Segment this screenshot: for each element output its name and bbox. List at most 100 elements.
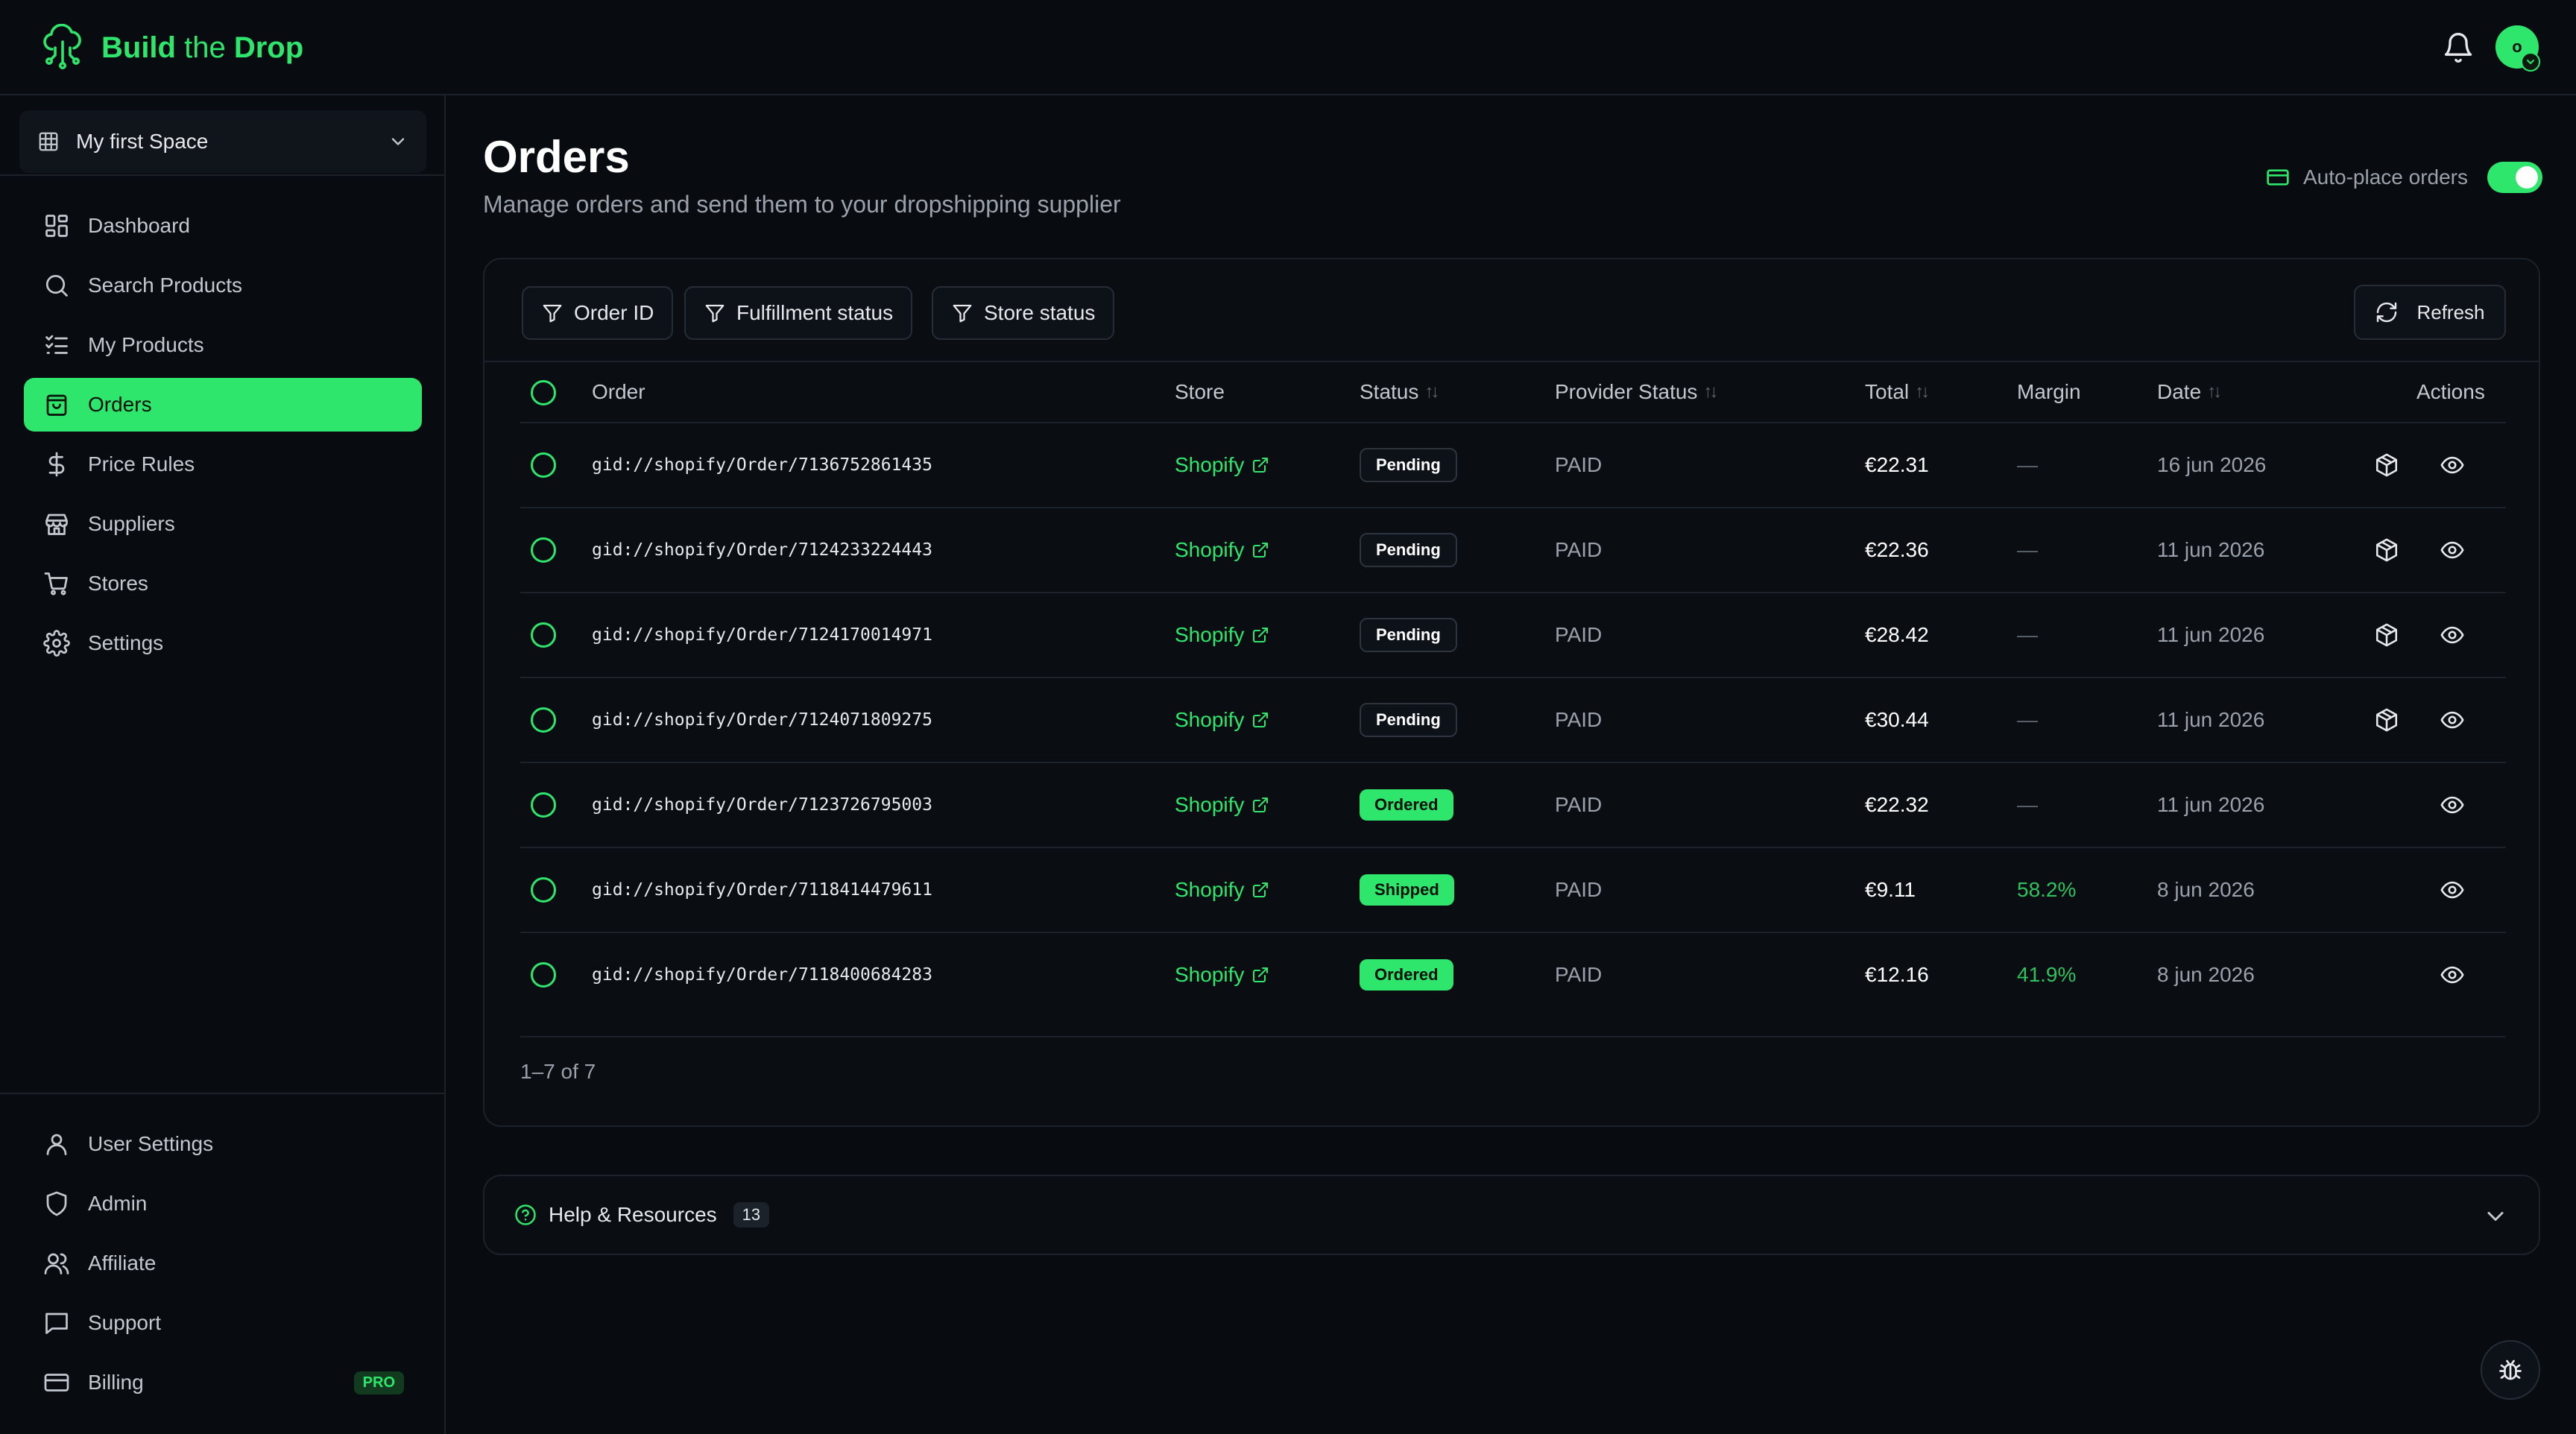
sidebar-item-orders[interactable]: Orders xyxy=(24,378,422,432)
column-header-status[interactable]: Status ↑↓ xyxy=(1360,379,1439,405)
order-margin: — xyxy=(2017,453,2038,476)
order-total: €22.36 xyxy=(1865,538,1929,561)
sidebar-item-affiliate[interactable]: Affiliate xyxy=(24,1236,422,1290)
status-cell: Pending xyxy=(1360,593,1457,677)
status-cell: Ordered xyxy=(1360,763,1453,847)
store-link[interactable]: Shopify xyxy=(1175,508,1269,592)
chat-icon xyxy=(42,1308,72,1338)
sidebar-item-label: Billing xyxy=(88,1371,144,1394)
table-row[interactable]: gid://shopify/Order/7136752861435 Shopif… xyxy=(520,423,2506,508)
order-id[interactable]: gid://shopify/Order/7124071809275 xyxy=(592,678,932,762)
sidebar-item-price-rules[interactable]: Price Rules xyxy=(24,438,422,491)
auto-place-toggle[interactable] xyxy=(2487,162,2543,193)
column-header-provider-status[interactable]: Provider Status ↑↓ xyxy=(1555,379,1718,405)
sidebar-divider xyxy=(0,1093,444,1094)
package-icon[interactable] xyxy=(2372,535,2402,565)
eye-icon[interactable] xyxy=(2437,790,2467,820)
sidebar-item-user-settings[interactable]: User Settings xyxy=(24,1117,422,1171)
column-header-actions: Actions xyxy=(2416,380,2485,403)
sidebar-item-suppliers[interactable]: Suppliers xyxy=(24,497,422,551)
package-icon[interactable] xyxy=(2372,450,2402,480)
filter-store-status[interactable]: Store status xyxy=(932,286,1115,340)
cart-icon xyxy=(42,569,72,598)
column-header-margin[interactable]: Margin xyxy=(2017,379,2081,405)
external-link-icon xyxy=(1253,967,1269,982)
table-row[interactable]: gid://shopify/Order/7124071809275 Shopif… xyxy=(520,678,2506,763)
package-icon[interactable] xyxy=(2372,620,2402,650)
chevron-down-icon xyxy=(391,138,405,145)
row-checkbox[interactable] xyxy=(531,622,556,648)
eye-icon[interactable] xyxy=(2437,875,2467,905)
package-icon[interactable] xyxy=(2372,705,2402,735)
eye-icon[interactable] xyxy=(2437,705,2467,735)
brand-logo[interactable]: Build the Drop xyxy=(42,22,303,73)
refresh-button[interactable]: Refresh xyxy=(2354,285,2506,340)
sidebar-item-dashboard[interactable]: Dashboard xyxy=(24,199,422,253)
table-row[interactable]: gid://shopify/Order/7118400684283 Shopif… xyxy=(520,933,2506,1037)
order-id[interactable]: gid://shopify/Order/7124170014971 xyxy=(592,593,932,677)
column-header-total[interactable]: Total ↑↓ xyxy=(1865,379,1930,405)
order-id[interactable]: gid://shopify/Order/7118400684283 xyxy=(592,933,932,1017)
table-row[interactable]: gid://shopify/Order/7118414479611 Shopif… xyxy=(520,848,2506,933)
table-row[interactable]: gid://shopify/Order/7124233224443 Shopif… xyxy=(520,508,2506,593)
store-link[interactable]: Shopify xyxy=(1175,933,1269,1017)
sidebar-item-stores[interactable]: Stores xyxy=(24,557,422,610)
bell-icon[interactable] xyxy=(2442,31,2475,64)
grid-building-icon xyxy=(39,132,58,151)
status-cell: Pending xyxy=(1360,678,1457,762)
sidebar-item-label: Orders xyxy=(88,393,152,416)
eye-icon[interactable] xyxy=(2437,450,2467,480)
sidebar-item-support[interactable]: Support xyxy=(24,1296,422,1350)
order-id[interactable]: gid://shopify/Order/7118414479611 xyxy=(592,848,932,932)
row-checkbox[interactable] xyxy=(531,792,556,818)
filter-icon xyxy=(543,304,562,323)
refresh-icon xyxy=(2377,302,2397,323)
order-id[interactable]: gid://shopify/Order/7136752861435 xyxy=(592,423,932,507)
row-checkbox[interactable] xyxy=(531,452,556,478)
chevron-down-icon[interactable] xyxy=(2482,1203,2509,1230)
order-id[interactable]: gid://shopify/Order/7123726795003 xyxy=(592,763,932,847)
help-resources-panel[interactable]: Help & Resources 13 xyxy=(483,1175,2540,1255)
sort-icon: ↑↓ xyxy=(1703,382,1718,402)
sidebar-item-settings[interactable]: Settings xyxy=(24,616,422,670)
eye-icon[interactable] xyxy=(2437,960,2467,990)
select-all-checkbox[interactable] xyxy=(531,380,556,405)
dashboard-icon xyxy=(42,211,72,241)
eye-icon[interactable] xyxy=(2437,620,2467,650)
order-total: €12.16 xyxy=(1865,963,1929,986)
row-checkbox[interactable] xyxy=(531,962,556,988)
table-row[interactable]: gid://shopify/Order/7124170014971 Shopif… xyxy=(520,593,2506,678)
row-checkbox[interactable] xyxy=(531,877,556,903)
status-cell: Pending xyxy=(1360,508,1457,592)
table-row[interactable]: gid://shopify/Order/7123726795003 Shopif… xyxy=(520,763,2506,848)
sort-icon: ↑↓ xyxy=(1915,382,1930,402)
order-margin: — xyxy=(2017,538,2038,561)
filter-fulfillment-status[interactable]: Fulfillment status xyxy=(684,286,913,340)
row-checkbox[interactable] xyxy=(531,707,556,733)
sidebar-item-my-products[interactable]: My Products xyxy=(24,318,422,372)
eye-icon[interactable] xyxy=(2437,535,2467,565)
store-link[interactable]: Shopify xyxy=(1175,593,1269,677)
column-header-store[interactable]: Store xyxy=(1175,379,1225,405)
status-cell: Pending xyxy=(1360,423,1457,507)
row-checkbox[interactable] xyxy=(531,537,556,563)
order-id[interactable]: gid://shopify/Order/7124233224443 xyxy=(592,508,932,592)
sidebar-item-label: Support xyxy=(88,1311,162,1334)
chevron-down-icon[interactable] xyxy=(2521,52,2540,72)
column-header-date[interactable]: Date ↑↓ xyxy=(2157,379,2222,405)
space-selector[interactable]: My first Space xyxy=(19,110,426,173)
sidebar-item-search-products[interactable]: Search Products xyxy=(24,259,422,312)
column-header-order[interactable]: Order xyxy=(592,379,645,405)
sidebar-item-billing[interactable]: Billing PRO xyxy=(24,1356,422,1409)
store-link[interactable]: Shopify xyxy=(1175,763,1269,847)
store-link[interactable]: Shopify xyxy=(1175,848,1269,932)
filter-icon xyxy=(705,304,724,323)
sidebar-item-label: Affiliate xyxy=(88,1251,157,1275)
filter-order-id[interactable]: Order ID xyxy=(522,286,674,340)
order-total: €22.31 xyxy=(1865,453,1929,476)
external-link-icon xyxy=(1253,882,1269,897)
store-link[interactable]: Shopify xyxy=(1175,678,1269,762)
bug-report-button[interactable] xyxy=(2481,1340,2540,1400)
store-link[interactable]: Shopify xyxy=(1175,423,1269,507)
sidebar-item-admin[interactable]: Admin xyxy=(24,1177,422,1231)
